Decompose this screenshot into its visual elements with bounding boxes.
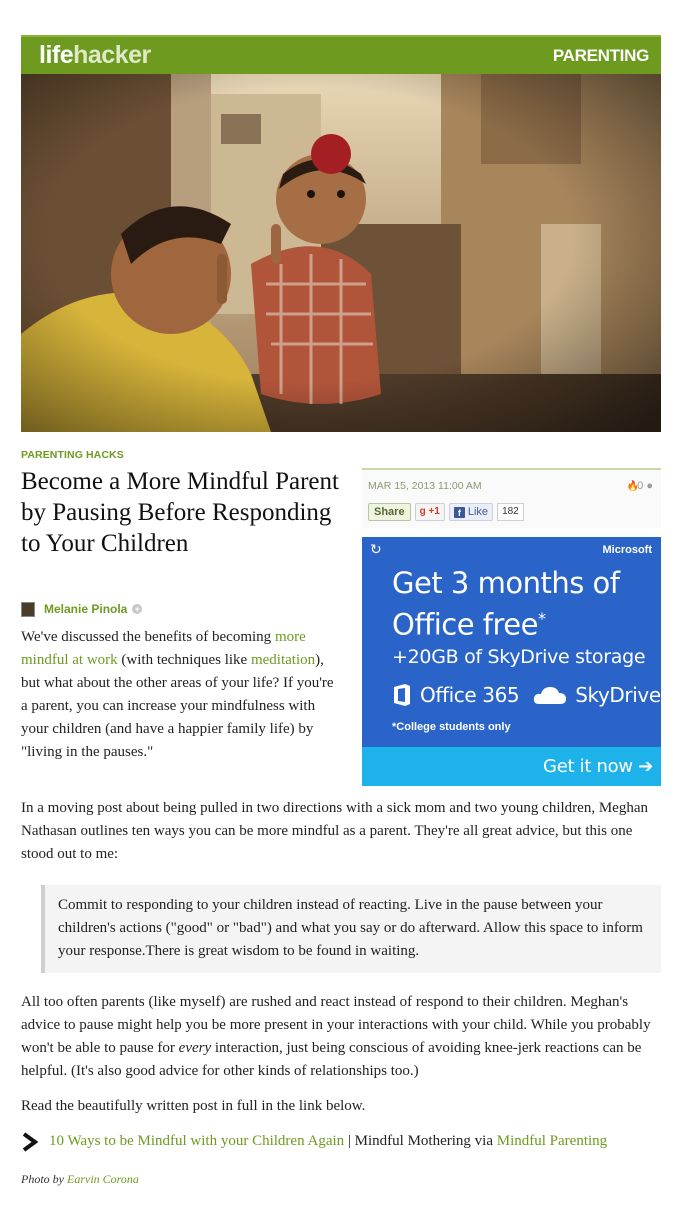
paragraph-intro: We've discussed the benefits of becoming… <box>21 629 334 760</box>
ad-cta-bar[interactable]: Get it now ➔ <box>362 747 661 786</box>
byline: Melanie Pinola + <box>21 601 143 617</box>
related-link-row: 10 Ways to be Mindful with your Children… <box>21 1130 661 1153</box>
share-button[interactable]: Share <box>368 503 411 521</box>
article-title: Become a More Mindful Parent by Pausing … <box>21 468 339 557</box>
photographer-link[interactable]: Earvin Corona <box>67 1172 139 1186</box>
follow-plus-icon[interactable]: + <box>132 604 143 614</box>
share-buttons: Share g +1 f Like 182 <box>368 503 524 521</box>
comment-bubble-icon: ● <box>646 480 653 492</box>
google-plus-button[interactable]: g +1 <box>414 503 445 521</box>
microsoft-ad[interactable]: ↻ Microsoft Get 3 months of Office free* … <box>362 537 661 786</box>
author-name[interactable]: Melanie Pinola <box>44 602 127 616</box>
get-it-now-button[interactable]: Get it now ➔ <box>543 756 653 777</box>
office-icon <box>394 684 410 706</box>
google-g-icon: g <box>419 506 426 517</box>
ad-headline: Get 3 months of Office free* <box>392 566 620 642</box>
facebook-icon: f <box>453 506 465 518</box>
category-kicker[interactable]: PARENTING HACKS <box>21 449 124 461</box>
facebook-like-button[interactable]: f Like <box>448 503 494 521</box>
blockquote: Commit to responding to your children in… <box>41 885 661 973</box>
arrow-circle-icon: ➔ <box>638 756 653 777</box>
ad-brand: Microsoft <box>602 544 653 556</box>
post-date: MAR 15, 2013 11:00 AM <box>368 480 482 492</box>
ad-products: Office 365 SkyDrive <box>392 683 661 707</box>
like-count: 182 <box>497 503 524 521</box>
article-body: PARENTING HACKS Become a More Mindful Pa… <box>21 35 661 1205</box>
quote-text: Commit to responding to your children in… <box>58 897 643 959</box>
link-meditation[interactable]: meditation <box>251 652 315 668</box>
author-avatar[interactable] <box>21 601 35 617</box>
post-meta-box: MAR 15, 2013 11:00 AM 🔥 0 ● Share g +1 f… <box>362 468 661 528</box>
paragraph-all-too-often: All too often parents (like myself) are … <box>21 994 651 1079</box>
ad-footnote: *College students only <box>392 721 511 733</box>
photo-credit: Photo by Earvin Corona <box>21 1172 139 1186</box>
link-mindful-parenting[interactable]: Mindful Parenting <box>497 1133 607 1149</box>
paragraph-moving-post: In a moving post about being pulled in t… <box>21 800 648 862</box>
refresh-icon[interactable]: ↻ <box>370 542 382 558</box>
paragraph-read-more: Read the beautifully written post in ful… <box>21 1098 366 1114</box>
ad-subline: +20GB of SkyDrive storage <box>392 646 646 668</box>
link-10-ways[interactable]: 10 Ways to be Mindful with your Children… <box>49 1133 344 1149</box>
skydrive-cloud-icon <box>534 687 567 704</box>
comment-count[interactable]: 0 ● <box>637 480 653 492</box>
chevron-right-icon <box>22 1131 39 1152</box>
